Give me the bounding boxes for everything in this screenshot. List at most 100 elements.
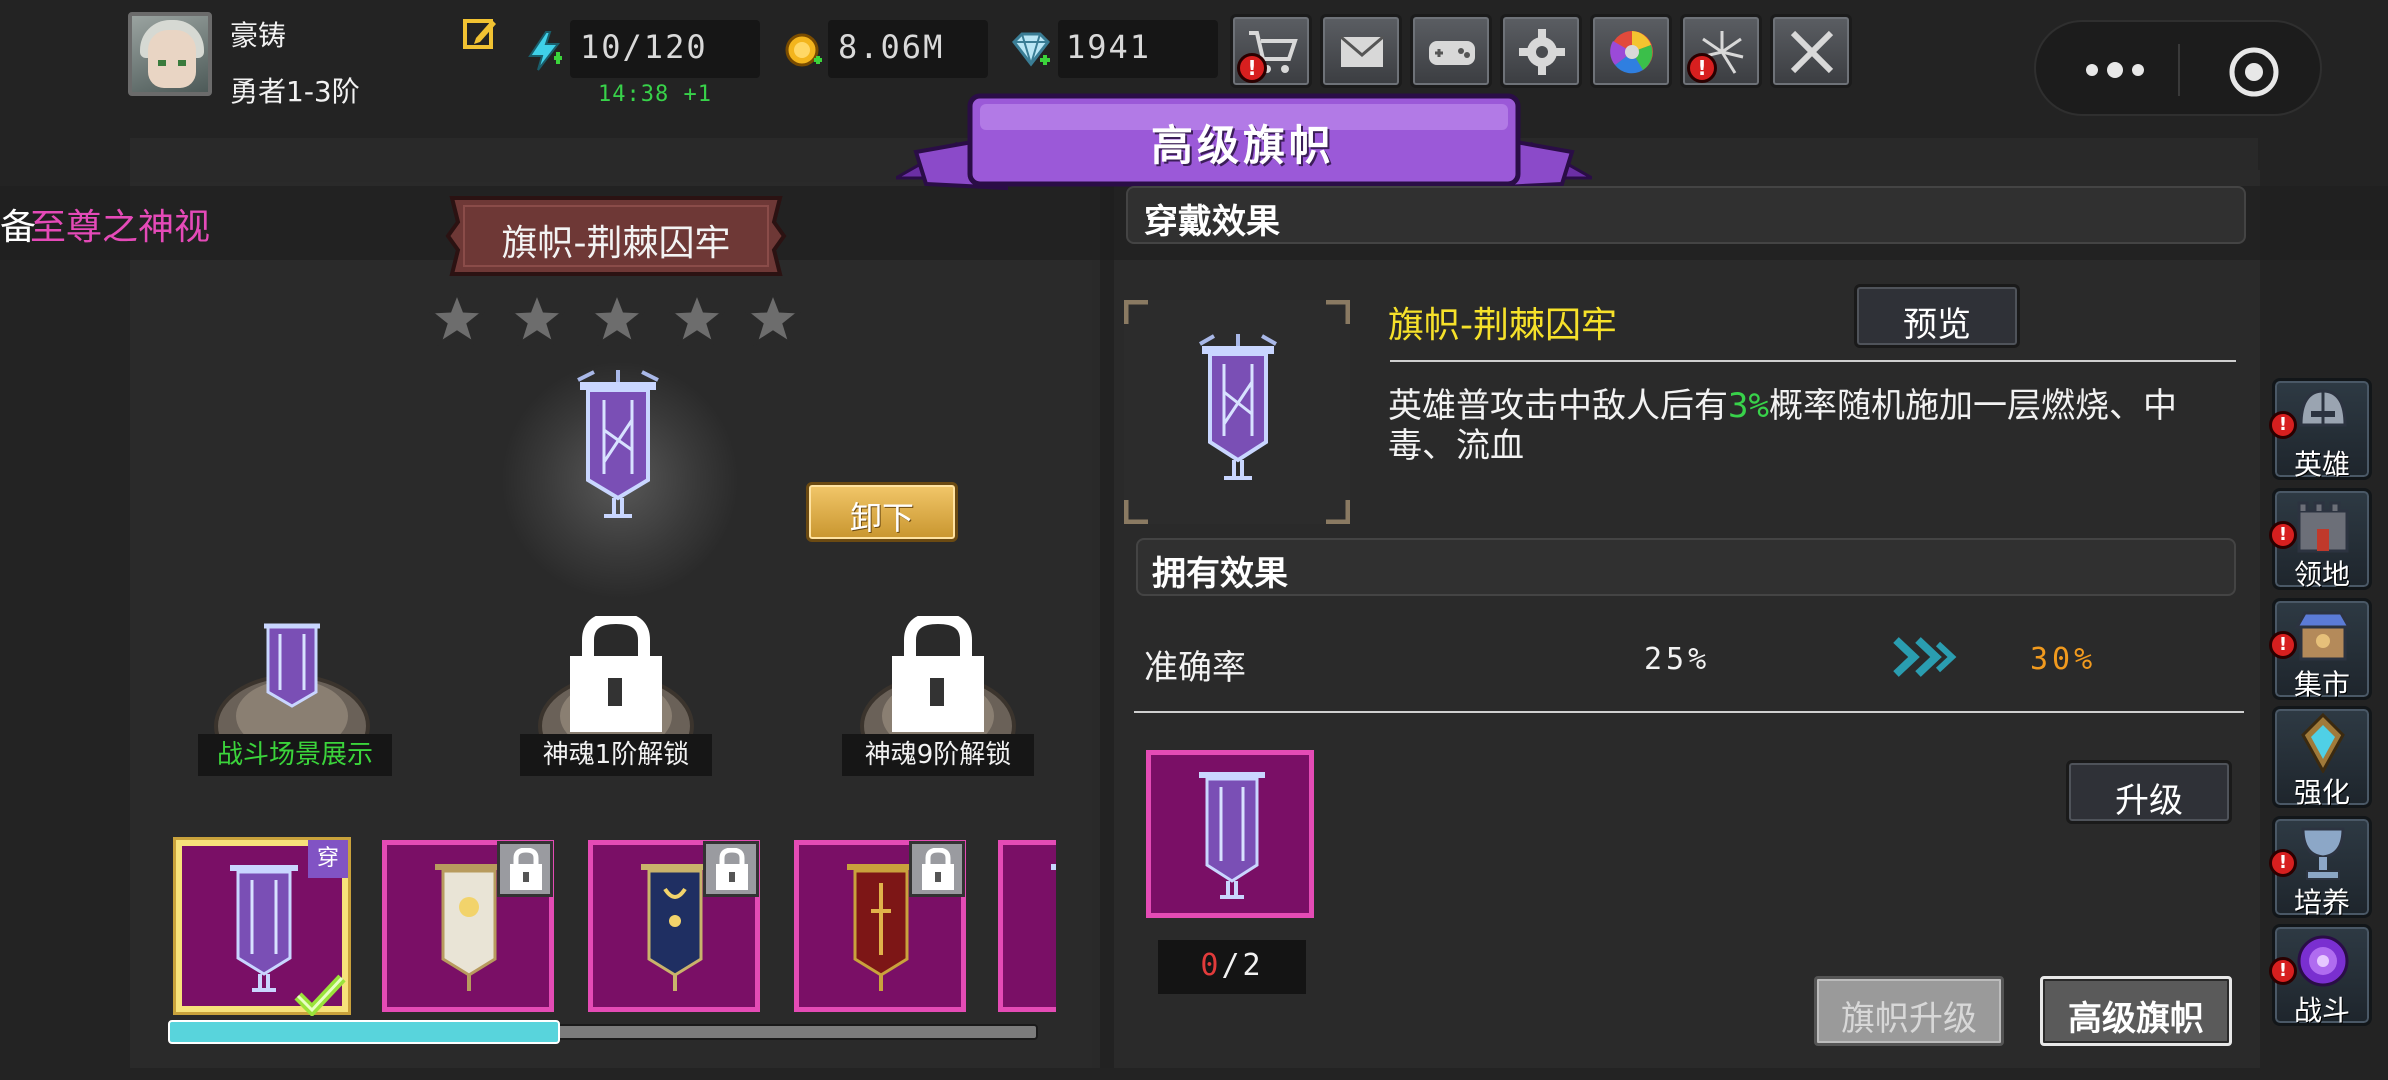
- upgrade-label: 升级: [2115, 781, 2183, 821]
- tab-advanced-flag-label: 高级旗帜: [2068, 999, 2204, 1039]
- pedestal-label: 战斗场景展示: [198, 734, 392, 776]
- gem-value: 1941: [1066, 28, 1152, 66]
- material-count: 0/2: [1158, 948, 1306, 983]
- energy-icon: [528, 31, 562, 71]
- pedestal-label: 神魂1阶解锁: [520, 734, 712, 776]
- nav-cultivate[interactable]: ! 培养: [2269, 816, 2372, 919]
- nav-label: 战斗: [2293, 994, 2350, 1027]
- nav-market[interactable]: ! 集市: [2269, 598, 2372, 701]
- divider-line: [1134, 711, 2244, 713]
- pedestal-label: 神魂9阶解锁: [842, 734, 1034, 776]
- card-scrollbar-thumb[interactable]: [168, 1020, 560, 1044]
- tab-flag-upgrade-label: 旗帜升级: [1841, 999, 1977, 1039]
- settings-button[interactable]: [1500, 14, 1582, 88]
- thorn-banner-icon: [1051, 864, 1056, 870]
- castle-icon: [2297, 501, 2349, 553]
- red-banner-icon: [847, 864, 915, 991]
- nav-label: 集市: [2293, 668, 2350, 701]
- star-icon: [508, 290, 566, 347]
- checkmark-icon: [294, 974, 346, 1016]
- star-icon: [744, 290, 802, 347]
- battle-button[interactable]: [1770, 14, 1852, 88]
- preview-button[interactable]: 预览: [1854, 284, 2020, 348]
- material-have: 0: [1200, 948, 1222, 983]
- marquee-item: 至尊之神视: [30, 207, 211, 248]
- crossed-swords-icon: [1790, 30, 1834, 74]
- energy-value: 10/120: [580, 28, 708, 66]
- diamond-icon: [1012, 32, 1050, 67]
- lock-icon: [716, 848, 748, 890]
- crystal-icon: [2301, 713, 2345, 773]
- nav-label: 强化: [2293, 776, 2350, 809]
- nav-enhance[interactable]: 强化: [2272, 706, 2372, 809]
- material-need: /2: [1221, 948, 1264, 983]
- nav-territory[interactable]: ! 领地: [2269, 488, 2372, 591]
- player-rank: 勇者1-3阶: [230, 75, 360, 108]
- alert-badge: !: [2269, 631, 2297, 659]
- player-avatar[interactable]: [128, 12, 212, 96]
- thorn-banner-icon: [1199, 334, 1277, 480]
- energy-timer: 14:38 +1: [598, 82, 712, 107]
- lock-badge: [703, 841, 759, 897]
- flag-card-list[interactable]: 穿: [170, 830, 1056, 1030]
- color-wheel-icon: [1610, 31, 1653, 74]
- nav-battle[interactable]: ! 战斗: [2269, 924, 2372, 1027]
- own-effect-header: 拥有效果: [1152, 554, 1288, 594]
- stat-name: 准确率: [1144, 648, 1246, 688]
- card-moon-banner[interactable]: [588, 840, 760, 1012]
- page-title: 高级旗帜: [1150, 121, 1335, 170]
- fireworks-button[interactable]: !: [1680, 14, 1762, 88]
- card-white-banner[interactable]: [382, 840, 554, 1012]
- alert-badge: !: [2269, 957, 2297, 985]
- preview-label: 预览: [1903, 305, 1971, 345]
- card-red-banner[interactable]: [794, 840, 966, 1012]
- tab-flag-upgrade[interactable]: 旗帜升级: [1814, 976, 2004, 1046]
- gamepad-button[interactable]: [1410, 14, 1492, 88]
- equipped-tag: 穿: [308, 840, 348, 878]
- alert-badge: !: [2269, 411, 2297, 439]
- unequip-button[interactable]: 卸下: [806, 482, 958, 542]
- player-name: 豪铸: [230, 19, 287, 52]
- divider-line: [1390, 360, 2236, 362]
- close-target-icon[interactable]: [2228, 46, 2280, 98]
- portal-icon: [2297, 935, 2349, 987]
- mail-button[interactable]: [1320, 14, 1402, 88]
- alert-badge: !: [2269, 521, 2297, 549]
- effect-desc-percent: 3%: [1728, 386, 1769, 426]
- effect-description: 英雄普攻击中敌人后有3%概率随机施加一层燃烧、中毒、流血: [1388, 386, 2238, 466]
- menu-capsule: [2034, 20, 2322, 116]
- alert-badge: !: [1237, 53, 1267, 83]
- lock-badge: [909, 841, 965, 897]
- alert-badge: !: [2269, 849, 2297, 877]
- shop-button[interactable]: !: [1230, 14, 1312, 88]
- envelope-icon: [1340, 35, 1384, 67]
- nav-label: 英雄: [2293, 448, 2350, 481]
- nav-hero[interactable]: ! 英雄: [2269, 378, 2372, 481]
- market-icon: [2294, 611, 2352, 661]
- alert-badge: !: [1687, 53, 1717, 83]
- wheel-button[interactable]: [1590, 14, 1672, 88]
- material-card[interactable]: [1146, 750, 1314, 918]
- white-banner-icon: [435, 864, 503, 991]
- chalice-icon: [2301, 827, 2345, 880]
- lock-badge: [497, 841, 553, 897]
- stat-current-value: 25%: [1644, 642, 1711, 677]
- moon-banner-icon: [641, 864, 709, 991]
- thorn-banner-icon: [577, 370, 659, 518]
- nav-label: 领地: [2293, 558, 2350, 591]
- card-thorn-prison[interactable]: 穿: [176, 840, 348, 1016]
- card-partial-banner[interactable]: [998, 840, 1056, 1012]
- nav-label: 培养: [2293, 886, 2350, 919]
- panel-divider: [1100, 170, 1114, 1068]
- more-icon[interactable]: [2084, 60, 2146, 80]
- wear-effect-header-bar: [1126, 186, 2246, 244]
- unequip-label: 卸下: [849, 499, 914, 537]
- lock-icon: [922, 848, 954, 890]
- gold-value: 8.06M: [838, 28, 945, 66]
- edit-icon[interactable]: [462, 16, 498, 52]
- gear-icon: [1519, 29, 1565, 75]
- upgrade-button[interactable]: 升级: [2066, 760, 2232, 824]
- flag-name-plate-text: 旗帜-荆棘囚牢: [501, 223, 731, 264]
- tab-advanced-flag[interactable]: 高级旗帜: [2040, 976, 2232, 1046]
- wear-effect-header: 穿戴效果: [1144, 202, 1280, 242]
